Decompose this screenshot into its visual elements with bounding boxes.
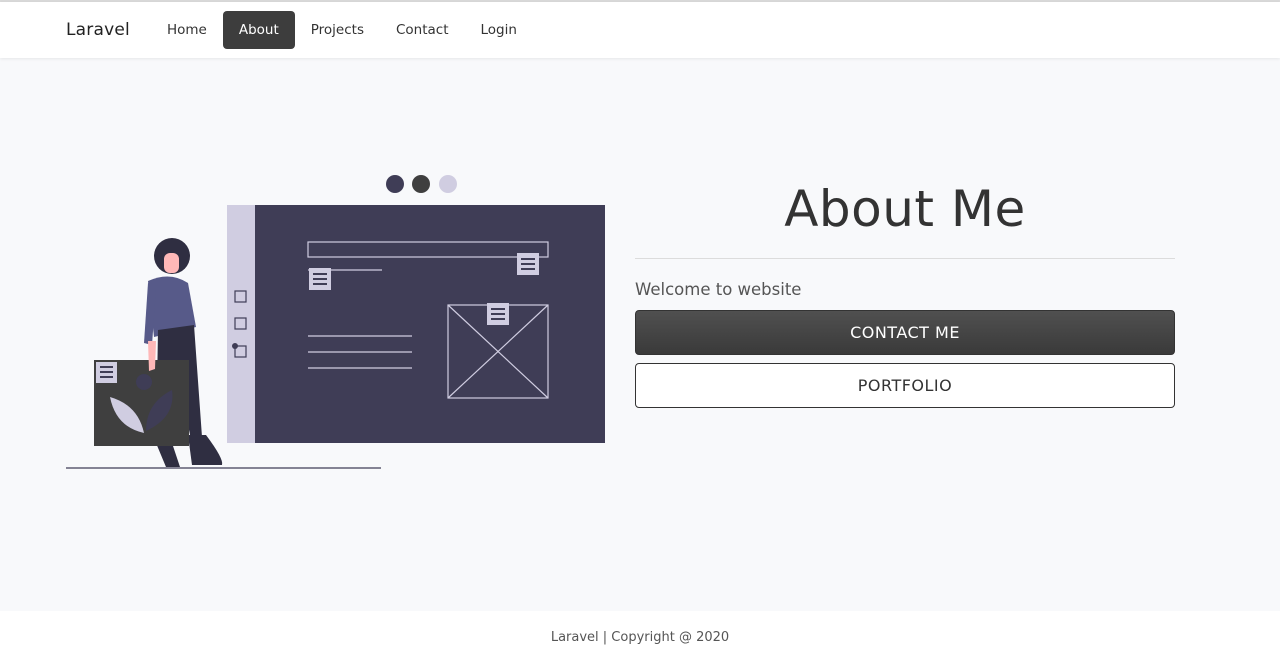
hero-illustration (60, 165, 620, 475)
nav-link-login[interactable]: Login (465, 11, 533, 49)
contact-me-button[interactable]: CONTACT ME (635, 310, 1175, 355)
nav-link-about[interactable]: About (222, 11, 295, 49)
window-dot-3 (439, 175, 457, 193)
window-dot-1 (386, 175, 404, 193)
browser-screen (255, 205, 605, 443)
welcome-text: Welcome to website (635, 280, 802, 299)
doc-icon-right (517, 253, 539, 275)
nav-link-projects[interactable]: Projects (295, 11, 380, 49)
person-hand (148, 341, 156, 371)
doc-icon-left (309, 268, 331, 290)
portfolio-button[interactable]: PORTFOLIO (635, 363, 1175, 408)
about-section: About Me Welcome to website CONTACT ME P… (635, 170, 1175, 408)
footer-copyright: Laravel | Copyright @ 2020 (550, 630, 730, 645)
sidebar-dot (232, 343, 238, 349)
doc-icon-center (487, 303, 509, 325)
navbar: Laravel Home About Projects Contact Logi… (0, 2, 1280, 58)
window-dot-2 (412, 175, 430, 193)
page-title: About Me (784, 180, 1026, 238)
nav-link-contact[interactable]: Contact (380, 11, 465, 49)
portfolio-board (94, 360, 189, 446)
title-divider (635, 258, 1175, 259)
nav-links: Home About Projects Contact Login (151, 11, 533, 49)
footer: Laravel | Copyright @ 2020 (0, 611, 1280, 660)
nav-link-home[interactable]: Home (151, 11, 223, 49)
brand-logo-link[interactable]: Laravel (66, 20, 130, 40)
website-design-illustration (66, 175, 605, 469)
browser-sidebar (227, 205, 256, 443)
